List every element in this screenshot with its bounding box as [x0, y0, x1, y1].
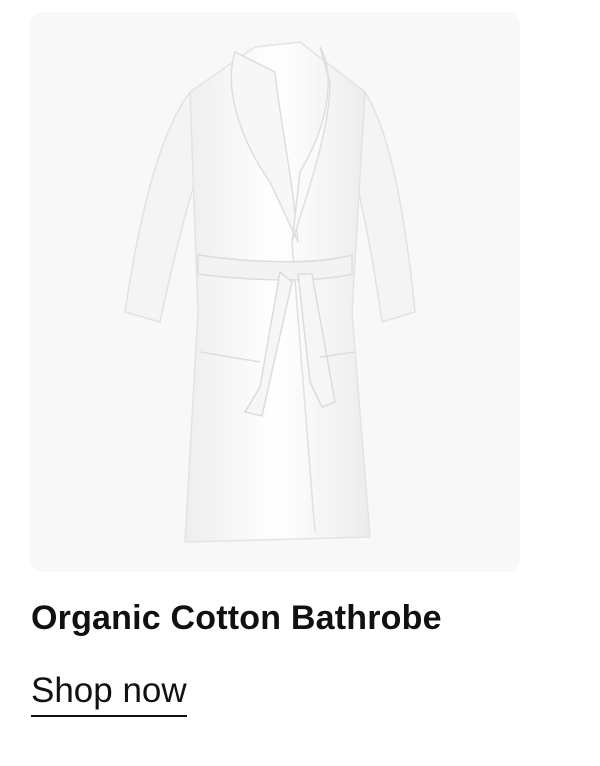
- shop-now-link[interactable]: Shop now: [31, 670, 187, 717]
- product-card: Organic Cotton Bathrobe Shop now: [0, 0, 600, 766]
- product-image[interactable]: [30, 12, 520, 572]
- bathrobe-illustration: [124, 41, 416, 543]
- product-title: Organic Cotton Bathrobe: [31, 599, 442, 637]
